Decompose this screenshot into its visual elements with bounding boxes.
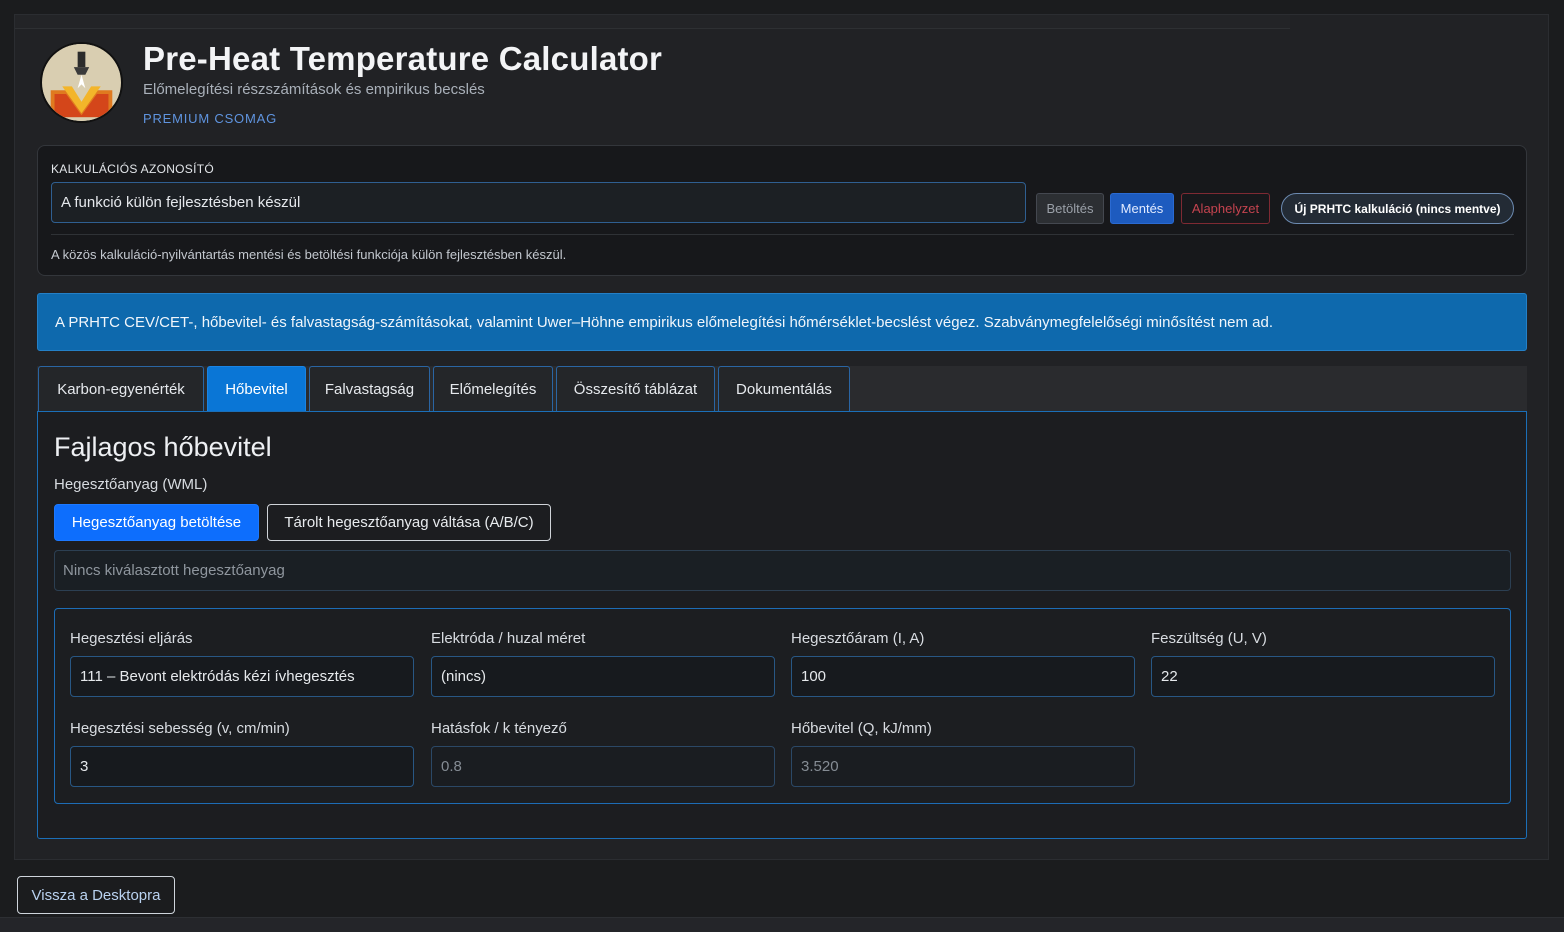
back-to-desktop-button[interactable]: Vissza a Desktopra — [17, 876, 175, 914]
save-button[interactable]: Mentés — [1110, 193, 1174, 224]
tab-carbon-equivalent[interactable]: Karbon-egyenérték — [38, 366, 204, 411]
app-subtitle: Előmelegítési részszámítások és empiriku… — [143, 81, 485, 98]
efficiency-field: 0.8 — [431, 746, 775, 787]
tab-preheat[interactable]: Előmelegítés — [433, 366, 553, 411]
calc-id-label: KALKULÁCIÓS AZONOSÍTÓ — [51, 162, 215, 176]
new-calculation-button[interactable]: Új PRHTC kalkuláció (nincs mentve) — [1281, 193, 1514, 224]
tab-documentation[interactable]: Dokumentálás — [718, 366, 850, 411]
premium-badge: PREMIUM CSOMAG — [143, 111, 277, 126]
footer-strip — [0, 917, 1564, 932]
wml-field[interactable]: Nincs kiválasztott hegesztőanyag — [54, 550, 1511, 591]
heat-input-field: 3.520 — [791, 746, 1135, 787]
app-title: Pre-Heat Temperature Calculator — [143, 40, 663, 77]
divider — [51, 234, 1514, 235]
speed-label: Hegesztési sebesség (v, cm/min) — [70, 720, 290, 737]
voltage-input[interactable]: 22 — [1151, 656, 1495, 697]
heat-input-label: Hőbevitel (Q, kJ/mm) — [791, 720, 932, 737]
load-button[interactable]: Betöltés — [1036, 193, 1104, 224]
window-top-strip — [15, 15, 1290, 29]
process-label: Hegesztési eljárás — [70, 630, 193, 647]
welding-params-group: Hegesztési eljárás 111 – Bevont elektród… — [54, 608, 1511, 804]
panel-heading: Fajlagos hőbevitel — [54, 432, 272, 462]
electrode-label: Elektróda / huzal méret — [431, 630, 586, 647]
calc-id-note: A közös kalkuláció-nyilvántartás mentési… — [51, 247, 567, 262]
current-label: Hegesztőáram (I, A) — [791, 630, 925, 647]
switch-wml-button[interactable]: Tárolt hegesztőanyag váltása (A/B/C) — [267, 504, 551, 541]
wml-label: Hegesztőanyag (WML) — [54, 476, 208, 493]
reset-button[interactable]: Alaphelyzet — [1181, 193, 1270, 224]
info-banner: A PRHTC CEV/CET-, hőbevitel- és falvasta… — [37, 293, 1527, 351]
flame-torch-logo-icon — [40, 42, 123, 123]
voltage-label: Feszültség (U, V) — [1151, 630, 1267, 647]
electrode-select[interactable]: (nincs) — [431, 656, 775, 697]
efficiency-label: Hatásfok / k tényező — [431, 720, 567, 737]
load-wml-button[interactable]: Hegesztőanyag betöltése — [54, 504, 259, 541]
process-select[interactable]: 111 – Bevont elektródás kézi ívhegesztés — [70, 656, 414, 697]
tab-summary-table[interactable]: Összesítő táblázat — [556, 366, 715, 411]
heat-input-panel: Fajlagos hőbevitel Hegesztőanyag (WML) H… — [37, 411, 1527, 839]
tab-wall-thickness[interactable]: Falvastagság — [309, 366, 430, 411]
calc-id-input[interactable]: A funkció külön fejlesztésben készül — [51, 182, 1026, 223]
calc-id-card: KALKULÁCIÓS AZONOSÍTÓ A funkció külön fe… — [37, 145, 1527, 276]
speed-input[interactable]: 3 — [70, 746, 414, 787]
current-input[interactable]: 100 — [791, 656, 1135, 697]
tab-heat-input[interactable]: Hőbevitel — [207, 366, 306, 411]
